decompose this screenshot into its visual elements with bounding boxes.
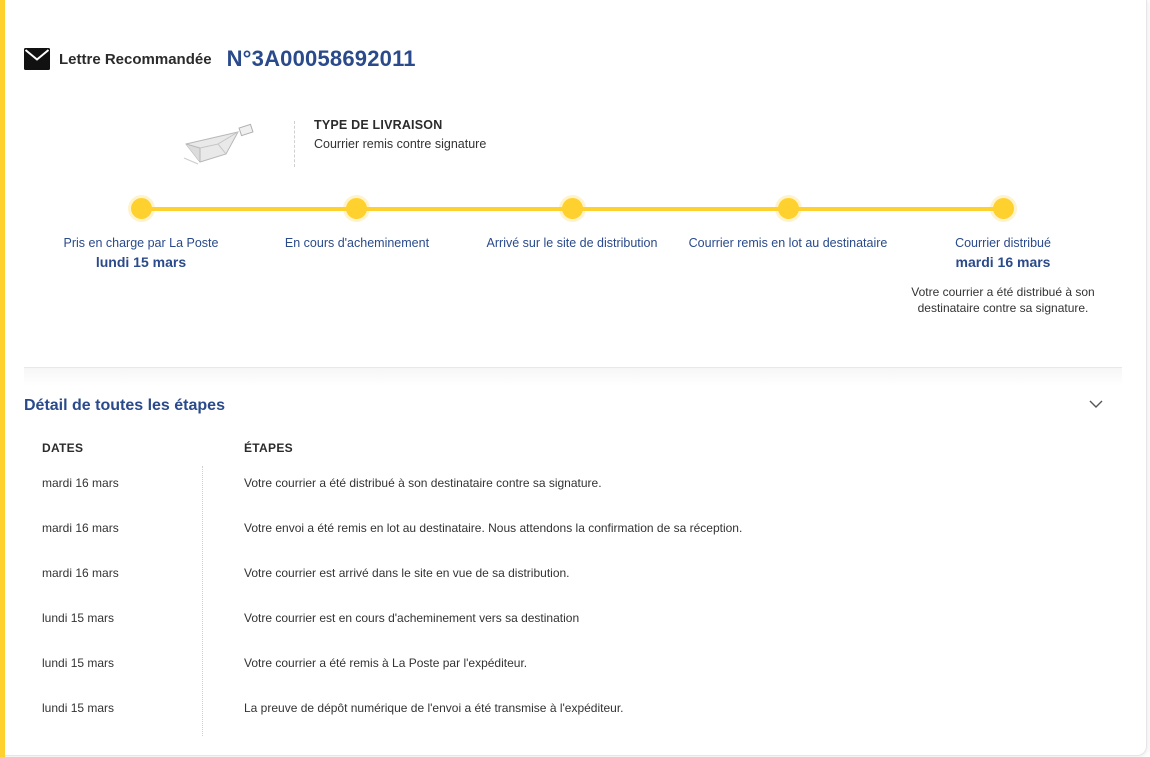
chevron-down-icon[interactable] — [1088, 396, 1104, 412]
delivery-text: TYPE DE LIVRAISON Courrier remis contre … — [314, 118, 486, 151]
row-step: La preuve de dépôt numérique de l'envoi … — [244, 701, 624, 715]
row-date: mardi 16 mars — [42, 476, 119, 490]
row-step: Votre courrier a été distribué à son des… — [244, 476, 602, 490]
timeline-step-5: Courrier distribué mardi 16 mars Votre c… — [903, 236, 1103, 316]
timeline-dot-4 — [778, 198, 799, 219]
detail-section-title[interactable]: Détail de toutes les étapes — [24, 397, 225, 415]
table-row: lundi 15 mars Votre courrier est en cour… — [0, 611, 1100, 631]
table-row: mardi 16 mars Votre courrier est arrivé … — [0, 566, 1100, 586]
delivery-separator — [294, 121, 295, 167]
timeline-dot-1 — [131, 198, 152, 219]
row-date: mardi 16 mars — [42, 521, 119, 535]
letter-type: Lettre Recommandée — [59, 50, 212, 68]
timeline-dot-3 — [562, 198, 583, 219]
column-header-dates: DATES — [42, 441, 84, 455]
row-date: mardi 16 mars — [42, 566, 119, 580]
row-step: Votre courrier est en cours d'achemineme… — [244, 611, 580, 625]
timeline-dot-5 — [993, 198, 1014, 219]
row-date: lundi 15 mars — [42, 611, 115, 625]
table-row: lundi 15 mars La preuve de dépôt numériq… — [0, 701, 1100, 721]
row-date: lundi 15 mars — [42, 701, 115, 715]
step-label: Arrivé sur le site de distribution — [486, 236, 658, 250]
timeline-step-4: Courrier remis en lot au destinataire — [688, 236, 888, 250]
step-label: Pris en charge par La Poste — [63, 236, 219, 250]
delivery-type-title: TYPE DE LIVRAISON — [314, 118, 443, 132]
step-date: lundi 15 mars — [95, 254, 187, 270]
section-shadow — [24, 368, 1122, 386]
table-row: mardi 16 mars Votre courrier a été distr… — [0, 476, 1100, 496]
accent-bar — [0, 0, 5, 757]
tracking-card: Lettre Recommandée N°3A00058692011 TYPE … — [0, 0, 1147, 757]
step-date: mardi 16 mars — [955, 254, 1051, 270]
table-row: mardi 16 mars Votre envoi a été remis en… — [0, 521, 1100, 541]
step-label: Courrier distribué — [955, 236, 1051, 250]
table-row: lundi 15 mars Votre courrier a été remis… — [0, 656, 1100, 676]
delivery-type-block: TYPE DE LIVRAISON Courrier remis contre … — [178, 118, 486, 170]
row-step: Votre courrier a été remis à La Poste pa… — [244, 656, 528, 670]
row-date: lundi 15 mars — [42, 656, 115, 670]
timeline-step-2: En cours d'acheminement — [257, 236, 457, 250]
tracking-number: N°3A00058692011 — [226, 46, 416, 71]
tracking-header: Lettre Recommandée N°3A00058692011 — [24, 44, 416, 74]
envelope-icon — [24, 48, 50, 70]
step-label: Courrier remis en lot au destinataire — [688, 236, 888, 250]
step-label: En cours d'acheminement — [284, 236, 430, 250]
timeline-step-1: Pris en charge par La Poste lundi 15 mar… — [41, 236, 241, 270]
column-separator — [202, 466, 203, 736]
row-step: Votre courrier est arrivé dans le site e… — [244, 566, 570, 580]
step-description: Votre courrier a été distribué à son des… — [911, 285, 1095, 315]
row-step: Votre envoi a été remis en lot au destin… — [244, 521, 743, 535]
timeline-step-3: Arrivé sur le site de distribution — [472, 236, 672, 250]
column-header-steps: ÉTAPES — [244, 441, 293, 455]
timeline-dot-2 — [346, 198, 367, 219]
delivery-type-value: Courrier remis contre signature — [314, 137, 487, 151]
delivery-illustration — [183, 123, 254, 165]
